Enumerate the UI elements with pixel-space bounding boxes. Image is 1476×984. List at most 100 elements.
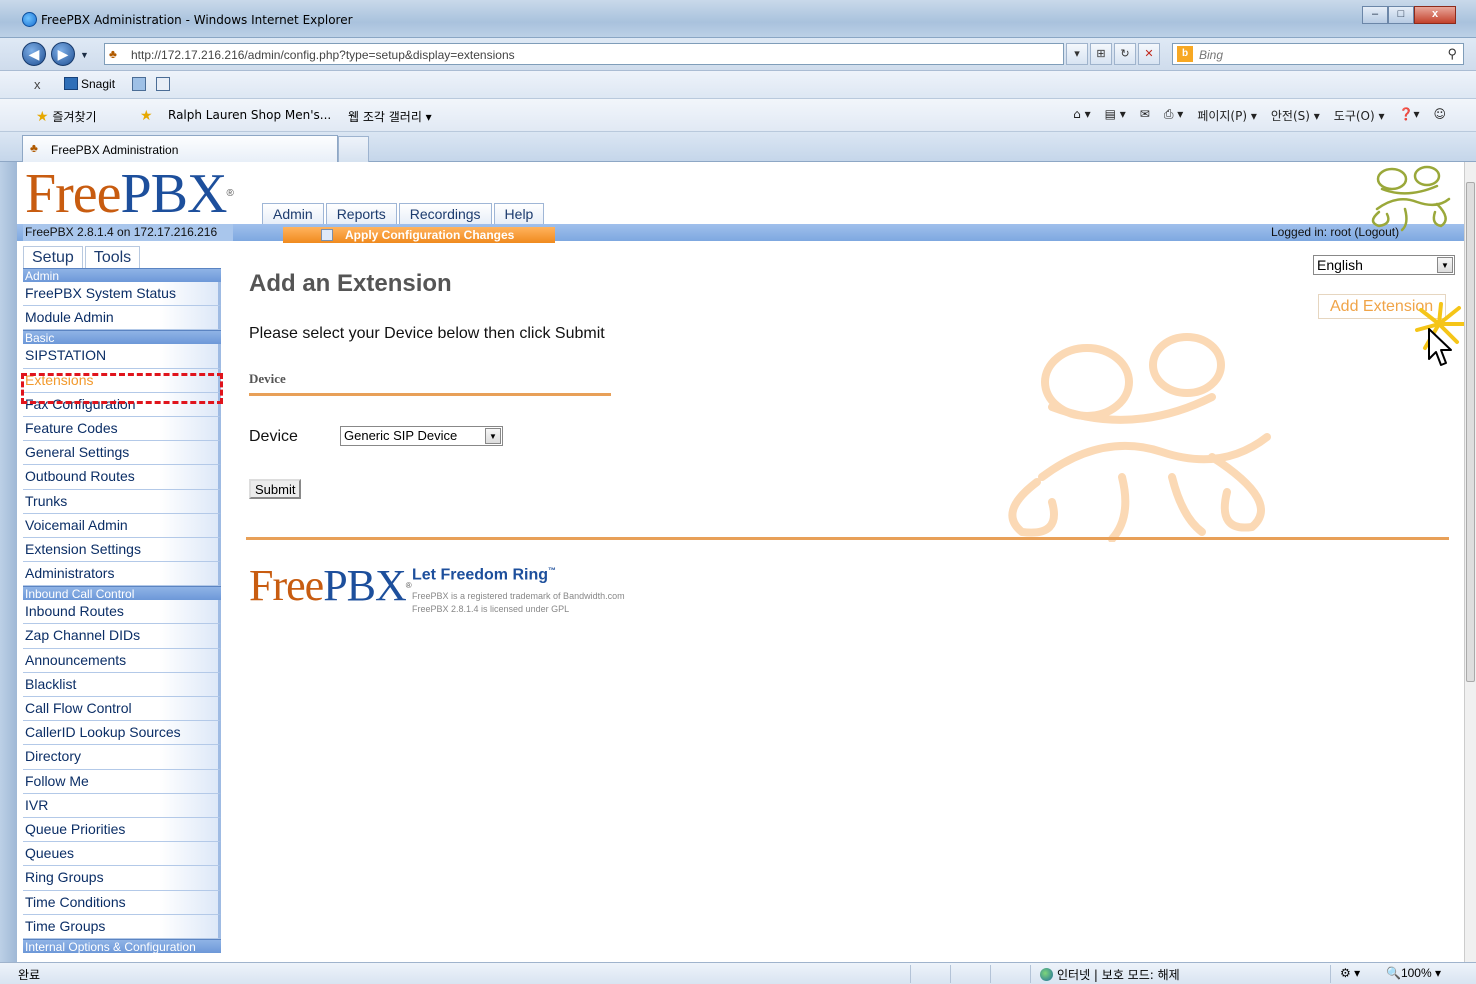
sidebar-item-blacklist[interactable]: Blacklist [23,672,221,697]
sidebar-item-time-conditions[interactable]: Time Conditions [23,890,221,915]
sidebar-item-inbound-routes[interactable]: Inbound Routes [23,600,221,625]
help-icon[interactable]: ❓▾ [1399,107,1420,124]
footer-slogan-tm: ™ [548,566,557,575]
zoom-level[interactable]: 🔍100% ▾ [1386,966,1441,980]
stop-icon[interactable]: ✕ [1138,43,1160,65]
close-toolbar-icon[interactable]: x [34,77,41,92]
tab-reports[interactable]: Reports [325,203,397,224]
sidebar-item-ring-groups[interactable]: Ring Groups [23,866,221,891]
print-icon[interactable]: ⎙ ▾ [1164,107,1183,124]
favorites-button[interactable]: ★ 즐겨찾기 [36,108,97,125]
sidebar-item-zap-channel-dids[interactable]: Zap Channel DIDs [23,624,221,649]
snagit-capture-icon[interactable] [132,77,146,91]
history-dropdown-icon[interactable]: ▼ [80,50,89,60]
sidebar-item-extension-settings[interactable]: Extension Settings [23,537,221,563]
search-placeholder: Bing [1199,48,1224,62]
bing-icon: b [1177,46,1193,62]
section-heading: Device [249,371,286,386]
chevron-down-icon[interactable]: ▼ [485,428,501,444]
submit-button[interactable]: Submit [249,479,302,499]
sidebar-item-announcements[interactable]: Announcements [23,648,221,673]
protected-mode-icon[interactable]: ⚙ ▾ [1340,966,1360,980]
browser-tab-freepbx[interactable]: ♣ FreePBX Administration [22,135,338,162]
logo-free: Free [25,163,122,225]
version-info: FreePBX 2.8.1.4 on 172.17.216.216 [23,224,233,241]
snagit-editor-icon[interactable] [156,77,170,91]
close-window-button[interactable]: x [1414,6,1456,24]
sidebar-item-follow-me[interactable]: Follow Me [23,769,221,794]
feeds-icon[interactable]: ▤ ▾ [1105,107,1126,124]
apply-config-button[interactable]: Apply Configuration Changes [283,227,555,243]
sidebar-item-outbound-routes[interactable]: Outbound Routes [23,465,221,490]
vertical-scrollbar[interactable] [1464,162,1476,962]
back-button[interactable]: ◀ [22,42,46,66]
sidebar-item-extensions[interactable]: Extensions [23,368,221,393]
new-tab-button[interactable] [338,136,369,162]
freepbx-logo[interactable]: FreePBX® [25,163,234,225]
fav-link-ralph-lauren[interactable]: Ralph Lauren Shop Men's... [168,108,331,122]
sidebar-item-fax-configuration[interactable]: Fax Configuration [23,392,221,417]
scrollbar-thumb[interactable] [1466,182,1475,682]
sidebar-item-call-flow-control[interactable]: Call Flow Control [23,697,221,722]
mouse-cursor-icon [1428,328,1452,366]
sidebar-item-trunks[interactable]: Trunks [23,489,221,514]
security-zone-label: 인터넷 | 보호 모드: 해제 [1057,968,1180,982]
sidebar-item-ivr[interactable]: IVR [23,793,221,818]
research-icon[interactable]: ☺ [1433,107,1446,124]
maximize-button[interactable]: □ [1388,6,1414,24]
sidebar-item-freepbx-system-status[interactable]: FreePBX System Status [23,282,221,307]
sidebar-section-header: Basic [23,330,221,345]
header-blue-bar [17,224,1464,241]
home-icon[interactable]: ⌂ ▾ [1073,107,1090,124]
mail-icon[interactable]: ✉ [1140,107,1150,124]
compatibility-view-icon[interactable]: ⊞ [1090,43,1112,65]
window-frame-left [0,162,17,962]
add-favorite-icon[interactable]: ★ [140,108,153,124]
search-input[interactable]: b Bing ⚲ [1172,43,1464,65]
zoom-level-value: 100% [1400,966,1432,980]
snagit-button[interactable]: Snagit [64,77,115,91]
sidebar-item-callerid-lookup-sources[interactable]: CallerID Lookup Sources [23,721,221,746]
fav-link-web-slice-gallery[interactable]: 웹 조각 갤러리 ▾ [348,108,432,125]
url-dropdown-icon[interactable]: ▾ [1066,43,1088,65]
tab-help[interactable]: Help [493,203,545,224]
minimize-button[interactable]: – [1362,6,1388,24]
sidebar-item-feature-codes[interactable]: Feature Codes [23,416,221,442]
sidebar-item-administrators[interactable]: Administrators [23,562,221,587]
apply-config-icon [321,229,333,241]
snagit-label: Snagit [81,77,116,91]
sidebar-menu: Admin FreePBX System Status Module Admin Ba… [23,268,221,954]
tools-menu[interactable]: 도구(O) ▾ [1334,107,1385,124]
sidebar-item-directory[interactable]: Directory [23,745,221,770]
sidebar-section-header: Inbound Call Control [23,586,221,601]
tab-admin[interactable]: Admin [262,203,324,224]
sidebar-item-general-settings[interactable]: General Settings [23,441,221,466]
language-select[interactable]: English ▼ [1313,255,1455,275]
url-input[interactable]: ♣ http://172.17.216.216/admin/config.php… [104,43,1064,65]
forward-button[interactable]: ▶ [51,42,75,66]
safety-menu[interactable]: 안전(S) ▾ [1271,107,1320,124]
sidebar-item-module-admin[interactable]: Module Admin [23,306,221,331]
instruction-text: Please select your Device below then cli… [249,325,605,342]
refresh-icon[interactable]: ↻ [1114,43,1136,65]
chevron-down-icon[interactable]: ▼ [1437,257,1453,273]
security-zone[interactable]: 인터넷 | 보호 모드: 해제 [1040,966,1180,983]
footer-logo: FreePBX® [249,562,412,610]
sidebar-item-queues[interactable]: Queues [23,842,221,867]
tab-recordings[interactable]: Recordings [398,203,492,224]
sidebar-tab-tools[interactable]: Tools [84,246,141,268]
url-text: http://172.17.216.216/admin/config.php?t… [131,48,515,62]
logo-reg: ® [226,188,233,199]
tab-label: FreePBX Administration [51,143,179,157]
sidebar-item-time-groups[interactable]: Time Groups [23,914,221,939]
sidebar-item-voicemail-admin[interactable]: Voicemail Admin [23,513,221,538]
sidebar-item-sipstation[interactable]: SIPSTATION [23,344,221,369]
search-icon[interactable]: ⚲ [1447,46,1457,62]
device-select[interactable]: Generic SIP Device ▼ [340,426,503,446]
page-menu[interactable]: 페이지(P) ▾ [1197,107,1257,124]
sidebar-tab-setup[interactable]: Setup [23,246,83,268]
sidebar-item-queue-priorities[interactable]: Queue Priorities [23,817,221,843]
footer-divider [246,537,1449,540]
device-selected-value: Generic SIP Device [344,428,458,443]
tab-favicon-icon: ♣ [30,141,38,155]
